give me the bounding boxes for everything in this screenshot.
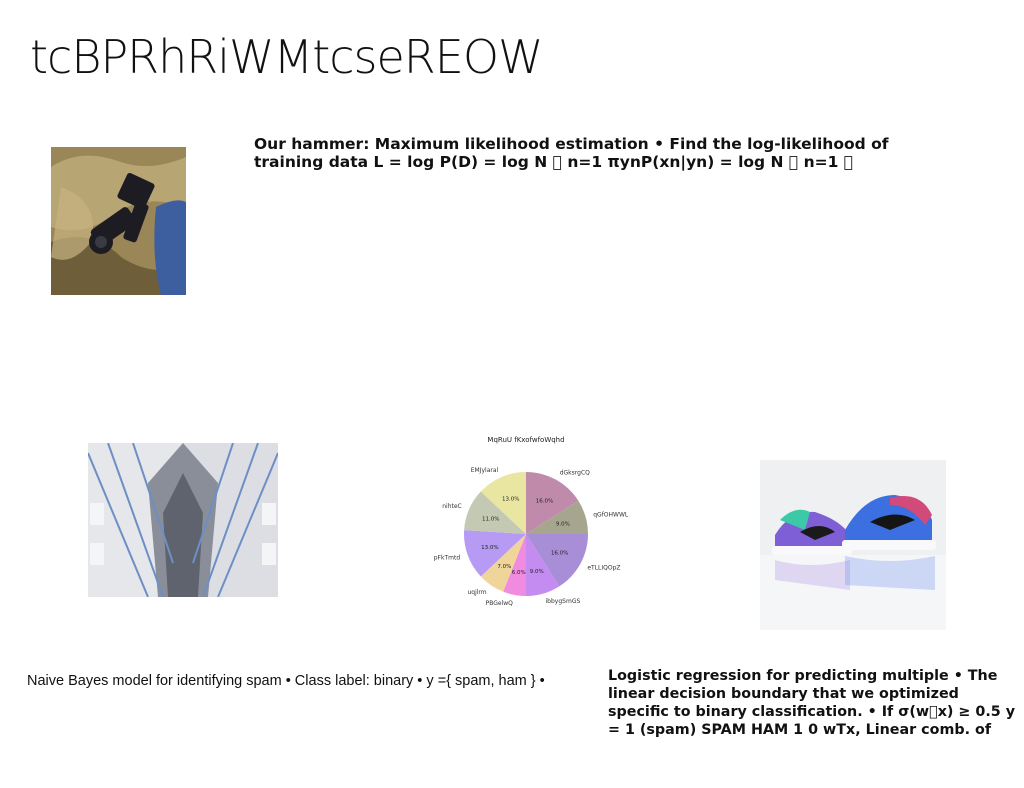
pie-category-label: uqjlrm bbox=[467, 589, 486, 596]
pie-category-label: ibbygSmGS bbox=[546, 598, 581, 605]
pie-category-label: EMJylaral bbox=[471, 467, 499, 474]
pie-pct-label: 13.0% bbox=[502, 497, 519, 503]
building-photo bbox=[88, 443, 278, 597]
pie-pct-label: 9.0% bbox=[530, 569, 544, 575]
pie-category-label: dGksrgCQ bbox=[560, 470, 590, 477]
pie-pct-label: 9.0% bbox=[556, 521, 570, 527]
pie-pct-label: 16.0% bbox=[536, 498, 553, 504]
camera-photo bbox=[51, 147, 186, 295]
pie-pct-label: 6.0% bbox=[512, 570, 526, 576]
text-block-bottom-left: Naive Bayes model for identifying spam •… bbox=[27, 673, 545, 689]
text-block-top: Our hammer: Maximum likelihood estimatio… bbox=[254, 135, 889, 171]
pie-category-label: qGfOHWWL bbox=[593, 511, 629, 518]
pie-pct-label: 13.0% bbox=[481, 545, 498, 551]
pie-category-label: eTLLIQOpZ bbox=[587, 565, 620, 572]
pie-category-label: pFkTmtd bbox=[434, 555, 461, 562]
text-block-bottom-right: Logistic regression for predicting multi… bbox=[608, 668, 1016, 738]
pie-chart: MqRuU fKxofwfoWqhd 16.0% dGksrgCQ 9.0% qGfO… bbox=[430, 430, 630, 630]
pie-category-label: PBGelwQ bbox=[486, 600, 514, 607]
pie-pct-label: 7.0% bbox=[497, 564, 511, 570]
pie-pct-label: 16.0% bbox=[551, 551, 568, 557]
pie-pct-label: 11.0% bbox=[482, 517, 499, 523]
slide-title: tcBPRhRiWMtcseREOW bbox=[30, 30, 544, 84]
sneakers-photo bbox=[760, 460, 946, 630]
chart-title: MqRuU fKxofwfoWqhd bbox=[487, 436, 564, 444]
pie-category-label: nihteC bbox=[442, 503, 462, 510]
